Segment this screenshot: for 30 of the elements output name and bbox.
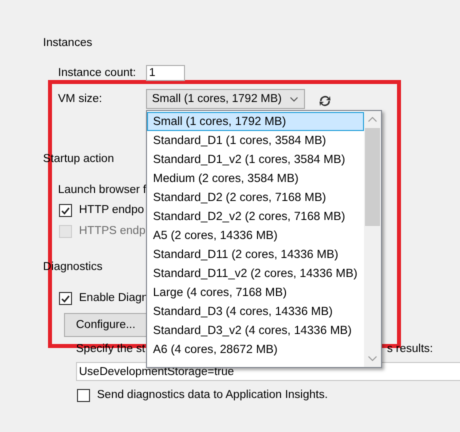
scrollbar-thumb[interactable] xyxy=(365,128,380,226)
checkbox[interactable] xyxy=(59,204,72,217)
refresh-icon[interactable] xyxy=(318,94,332,108)
dropdown-option[interactable]: Small (1 cores, 1792 MB) xyxy=(147,112,364,131)
dropdown-option[interactable]: Medium (2 cores, 3584 MB) xyxy=(147,169,364,188)
dropdown-option[interactable]: Standard_D3_v2 (4 cores, 14336 MB) xyxy=(147,321,364,340)
caret-icon xyxy=(290,96,298,102)
section-title: Instances xyxy=(43,36,94,51)
checkbox[interactable] xyxy=(77,389,90,402)
field-label: VM size: xyxy=(58,92,104,106)
dropdown-option[interactable]: A5 (2 cores, 14336 MB) xyxy=(147,226,364,245)
field-label: Launch browser f xyxy=(58,183,146,198)
dropdown[interactable]: Small (1 cores, 1792 MB) xyxy=(146,89,305,109)
dropdown-option[interactable]: Standard_D3 (4 cores, 14336 MB) xyxy=(147,302,364,321)
dropdown-option[interactable]: Standard_D2 (2 cores, 7168 MB) xyxy=(147,188,364,207)
dropdown-option[interactable]: Standard_D2_v2 (2 cores, 7168 MB) xyxy=(147,207,364,226)
dropdown-option[interactable]: Large (4 cores, 7168 MB) xyxy=(147,283,364,302)
dropdown-option[interactable]: Standard_D1_v2 (1 cores, 3584 MB) xyxy=(147,150,364,169)
checkbox-label: HTTP endpo xyxy=(79,203,144,218)
dropdown-option[interactable]: Standard_D11_v2 (2 cores, 14336 MB) xyxy=(147,264,364,283)
dropdown-option[interactable]: Standard_D1 (1 cores, 3584 MB) xyxy=(147,131,364,150)
dropdown-option[interactable]: A6 (4 cores, 28672 MB) xyxy=(147,340,364,359)
checkbox-label: Send diagnostics data to Application Insights. xyxy=(97,388,328,403)
scrollbar[interactable] xyxy=(364,111,381,367)
configure-button[interactable]: Configure... xyxy=(64,313,149,337)
dropdown-option[interactable]: Standard_D11 (2 cores, 14336 MB) xyxy=(147,245,364,264)
checkbox-label: HTTPS endp xyxy=(79,224,146,239)
checkbox[interactable] xyxy=(59,292,72,305)
input-field[interactable]: 1 xyxy=(146,65,185,81)
field-label: Instance count: xyxy=(58,66,137,80)
